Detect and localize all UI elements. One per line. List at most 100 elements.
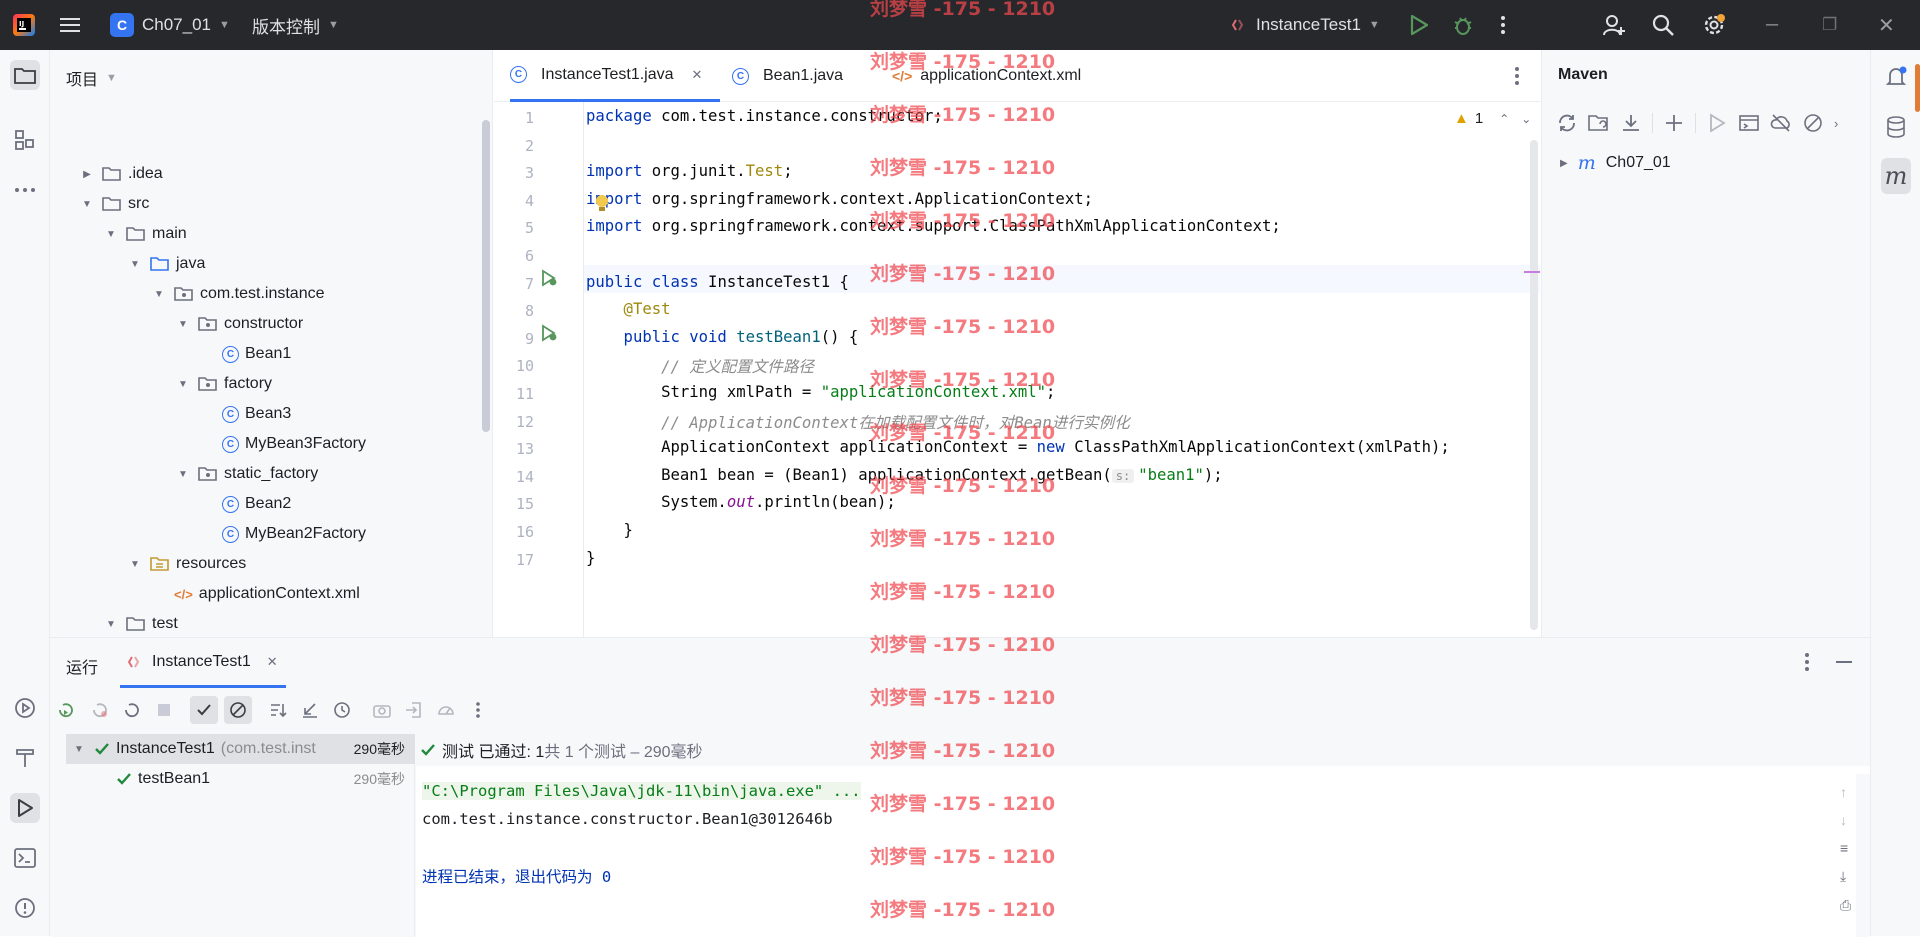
chevron-down-icon[interactable]: ▼ bbox=[104, 619, 118, 630]
stop-icon[interactable] bbox=[150, 696, 178, 724]
editor-scrollbar[interactable] bbox=[1530, 140, 1538, 630]
chevron-right-icon[interactable]: ▶ bbox=[80, 169, 94, 180]
maximize-window-icon[interactable]: ❐ bbox=[1822, 0, 1837, 50]
problems-tool-icon[interactable] bbox=[10, 893, 40, 923]
terminal-tool-icon[interactable] bbox=[10, 843, 40, 873]
run-test-class-icon[interactable] bbox=[540, 269, 558, 287]
tree-item[interactable]: ▼ factory bbox=[50, 369, 480, 399]
screenshot-icon[interactable] bbox=[368, 696, 396, 724]
search-icon[interactable] bbox=[1652, 0, 1674, 50]
tree-item[interactable]: C Bean3 bbox=[50, 399, 480, 429]
rerun-icon[interactable] bbox=[52, 696, 80, 724]
chevron-up-icon[interactable]: ⌃ bbox=[1499, 112, 1509, 126]
build-tool-icon[interactable] bbox=[10, 743, 40, 773]
run-config-selector[interactable]: InstanceTest1 ▼ bbox=[1232, 0, 1380, 50]
history-icon[interactable] bbox=[328, 696, 356, 724]
offline-icon[interactable] bbox=[1770, 112, 1792, 134]
tree-item[interactable]: ▼ java bbox=[50, 249, 480, 279]
inspection-widget[interactable]: ▲ 1 ⌃ ⌄ bbox=[1454, 110, 1531, 127]
toolbar-more-icon[interactable] bbox=[464, 696, 492, 724]
chevron-down-icon[interactable]: ▼ bbox=[104, 229, 118, 240]
maven-project-item[interactable]: ▶ m Ch07_01 bbox=[1560, 152, 1671, 174]
intention-bulb-icon[interactable] bbox=[594, 194, 610, 214]
sort-icon[interactable] bbox=[264, 696, 292, 724]
vcs-menu[interactable]: 版本控制 ▼ bbox=[252, 0, 339, 50]
chevron-down-icon[interactable]: ▼ bbox=[176, 379, 190, 390]
tree-item[interactable]: ▼ com.test.instance bbox=[50, 279, 480, 309]
generate-sources-icon[interactable] bbox=[1588, 112, 1610, 134]
run-options-icon[interactable] bbox=[1804, 652, 1810, 672]
more-actions-icon[interactable] bbox=[1500, 0, 1506, 50]
add-icon[interactable] bbox=[1663, 112, 1685, 134]
structure-tool-icon[interactable] bbox=[10, 125, 40, 155]
tree-item[interactable]: ▼ resources bbox=[50, 549, 480, 579]
project-scrollbar[interactable] bbox=[482, 120, 490, 432]
minimize-window-icon[interactable]: ─ bbox=[1766, 0, 1778, 50]
console-output[interactable]: 测试 已通过: 1 共 1 个测试 – 290毫秒 "C:\Program Fi… bbox=[416, 734, 1870, 937]
soft-wrap-icon[interactable]: ≡ bbox=[1840, 840, 1851, 856]
tree-item[interactable]: </> applicationContext.xml bbox=[50, 579, 480, 609]
test-suite-row[interactable]: ▼ InstanceTest1 (com.test.inst 290毫秒 bbox=[66, 734, 415, 764]
more-tools-icon[interactable] bbox=[10, 175, 40, 205]
chevron-down-icon[interactable]: ▼ bbox=[176, 319, 190, 330]
toggle-auto-test-icon[interactable] bbox=[118, 696, 146, 724]
reload-icon[interactable] bbox=[1556, 112, 1578, 134]
hide-panel-icon[interactable] bbox=[1836, 661, 1852, 663]
tree-item[interactable]: ▶ .idea bbox=[50, 159, 480, 189]
app-logo-icon[interactable]: IJ bbox=[12, 0, 36, 50]
run-tool-icon[interactable] bbox=[10, 793, 40, 823]
arrow-up-icon[interactable]: ↑ bbox=[1840, 784, 1851, 800]
chevron-down-icon[interactable]: ▼ bbox=[152, 289, 166, 300]
database-tool-icon[interactable] bbox=[1881, 112, 1911, 142]
tab-instancetest1[interactable]: C InstanceTest1.java ✕ bbox=[510, 50, 720, 102]
tree-item[interactable]: C Bean1 bbox=[50, 339, 480, 369]
tree-item[interactable]: C Bean2 bbox=[50, 489, 480, 519]
tree-item[interactable]: ▼ static_factory bbox=[50, 459, 480, 489]
run-test-method-icon[interactable] bbox=[540, 324, 558, 342]
project-selector[interactable]: C Ch07_01 ▼ bbox=[110, 0, 230, 50]
rerun-failed-icon[interactable] bbox=[86, 696, 114, 724]
maven-tool-icon[interactable]: m bbox=[1881, 158, 1911, 194]
chevron-down-icon[interactable]: ▼ bbox=[128, 559, 142, 570]
tree-item[interactable]: ▼ src bbox=[50, 189, 480, 219]
run-maven-icon[interactable] bbox=[1706, 112, 1728, 134]
execute-goal-icon[interactable] bbox=[1738, 112, 1760, 134]
arrow-down-icon[interactable]: ↓ bbox=[1840, 812, 1851, 828]
test-case-row[interactable]: testBean1 290毫秒 bbox=[66, 764, 415, 794]
coverage-icon[interactable] bbox=[432, 696, 460, 724]
notifications-bell-icon[interactable] bbox=[1881, 62, 1911, 92]
download-icon[interactable] bbox=[1620, 112, 1642, 134]
tree-item[interactable]: ▼ test bbox=[50, 609, 480, 637]
main-menu-icon[interactable] bbox=[60, 0, 82, 50]
chevron-down-icon[interactable]: ▼ bbox=[176, 469, 190, 480]
tree-item[interactable]: ▼ main bbox=[50, 219, 480, 249]
import-tests-icon[interactable] bbox=[400, 696, 428, 724]
show-passed-icon[interactable] bbox=[190, 696, 218, 724]
collapse-all-icon[interactable] bbox=[296, 696, 324, 724]
run-icon[interactable] bbox=[1410, 0, 1428, 50]
tree-item[interactable]: C MyBean2Factory bbox=[50, 519, 480, 549]
project-panel-header[interactable]: 项目 ▼ bbox=[66, 66, 117, 90]
run-tab-instancetest1[interactable]: InstanceTest1 ✕ bbox=[120, 638, 286, 688]
tab-more-icon[interactable] bbox=[1514, 66, 1520, 86]
chevron-down-icon[interactable]: ▼ bbox=[128, 259, 142, 270]
close-tab-icon[interactable]: ✕ bbox=[267, 654, 278, 670]
print-icon[interactable]: ⎙ bbox=[1840, 897, 1851, 914]
services-tool-icon[interactable] bbox=[10, 693, 40, 723]
chevron-down-icon[interactable]: ⌄ bbox=[1521, 112, 1531, 126]
close-window-icon[interactable]: ✕ bbox=[1878, 0, 1895, 50]
chevron-right-icon[interactable]: › bbox=[1834, 116, 1838, 131]
scroll-to-end-icon[interactable]: ⤓ bbox=[1840, 868, 1851, 885]
add-user-icon[interactable] bbox=[1602, 0, 1626, 50]
show-ignored-icon[interactable] bbox=[224, 696, 252, 724]
tree-item[interactable]: C MyBean3Factory bbox=[50, 429, 480, 459]
debug-icon[interactable] bbox=[1452, 0, 1474, 50]
skip-tests-icon[interactable] bbox=[1802, 112, 1824, 134]
chevron-down-icon[interactable]: ▼ bbox=[80, 199, 94, 210]
tree-item[interactable]: ▼ constructor bbox=[50, 309, 480, 339]
tab-bean1[interactable]: C Bean1.java bbox=[732, 50, 843, 102]
close-tab-icon[interactable]: ✕ bbox=[692, 67, 703, 83]
tree-item-label: applicationContext.xml bbox=[198, 585, 360, 602]
project-tool-icon[interactable] bbox=[10, 60, 40, 90]
settings-gear-icon[interactable] bbox=[1702, 0, 1726, 50]
